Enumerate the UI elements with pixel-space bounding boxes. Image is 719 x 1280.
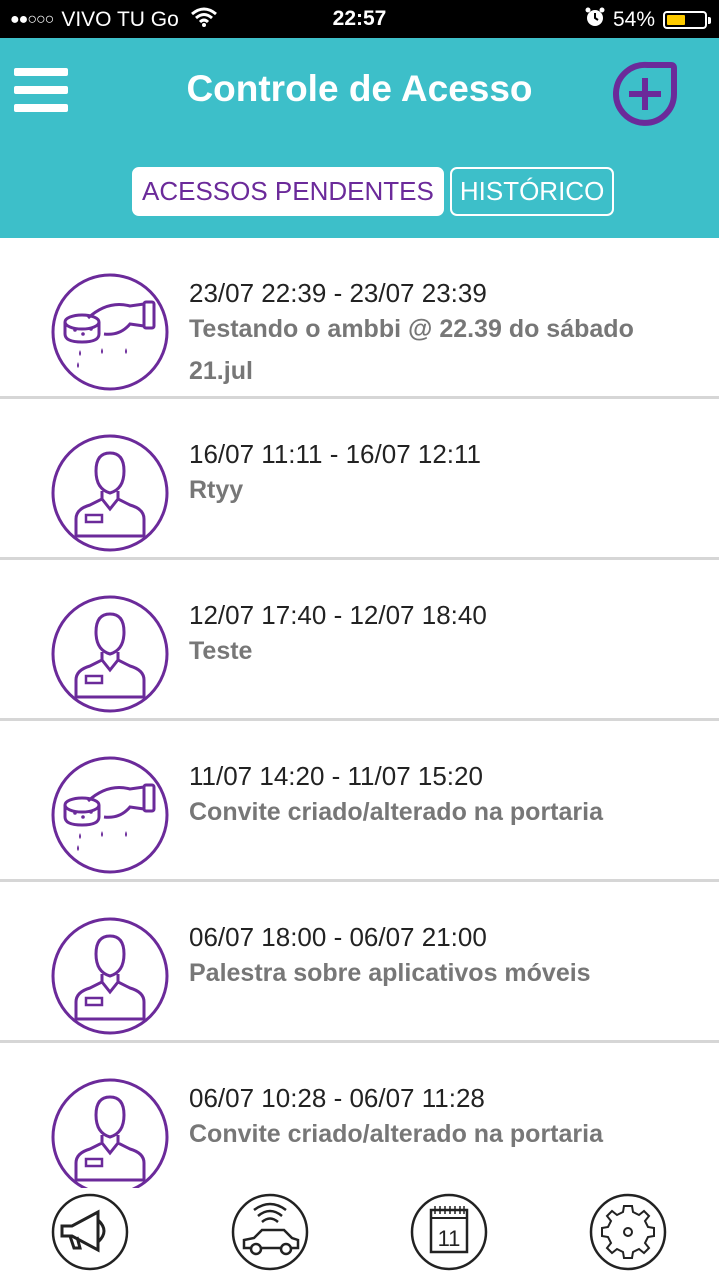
calendar-day-label: 11 [438,1226,461,1251]
item-text: 11/07 14:20 - 11/07 15:20 Convite criado/… [189,761,679,833]
item-text: 12/07 17:40 - 12/07 18:40 Teste [189,600,679,672]
access-list-item[interactable]: 12/07 17:40 - 12/07 18:40 Teste [0,560,719,721]
visitor-person-icon [50,1077,170,1188]
access-list-item[interactable]: 06/07 10:28 - 06/07 11:28 Convite criado/… [0,1043,719,1188]
item-time-range: 23/07 22:39 - 23/07 23:39 [189,278,487,308]
access-list: 23/07 22:39 - 23/07 23:39 Testando o ambb… [0,238,719,1188]
item-text: 06/07 18:00 - 06/07 21:00 Palestra sobre … [189,922,679,994]
item-time-range: 16/07 11:11 - 16/07 12:11 [189,439,482,469]
add-access-icon[interactable] [612,60,682,131]
item-description: Rtyy [189,476,244,504]
item-description: Teste [189,637,253,665]
status-right: 54% [585,7,711,33]
car-remote-icon[interactable] [230,1192,310,1272]
item-description: Convite criado/alterado na portaria [189,1120,603,1148]
item-time-range: 06/07 18:00 - 06/07 21:00 [189,922,487,952]
bottom-navigation: 11 [0,1188,719,1280]
item-time-range: 12/07 17:40 - 12/07 18:40 [189,600,487,630]
calendar-icon[interactable]: 11 [409,1192,489,1272]
item-text: 16/07 11:11 - 16/07 12:11 Rtyy [189,439,679,511]
tab-history[interactable]: HISTÓRICO [449,167,615,216]
service-cleaning-icon [50,272,170,392]
item-description: Palestra sobre aplicativos móveis [189,959,591,987]
item-text: 06/07 10:28 - 06/07 11:28 Convite criado/… [189,1083,679,1155]
access-list-item[interactable]: 06/07 18:00 - 06/07 21:00 Palestra sobre … [0,882,719,1043]
visitor-person-icon [50,594,170,714]
settings-gear-icon[interactable] [588,1192,668,1272]
alarm-icon [585,7,605,33]
megaphone-icon[interactable] [50,1192,130,1272]
visitor-person-icon [50,433,170,553]
status-bar: ●●○○○ VIVO TU Go 22:57 54% [0,0,719,38]
access-list-item[interactable]: 23/07 22:39 - 23/07 23:39 Testando o ambb… [0,238,719,399]
visitor-person-icon [50,916,170,1036]
tab-pending-access[interactable]: ACESSOS PENDENTES [132,167,444,216]
battery-percentage: 54% [612,8,655,31]
battery-icon [663,11,711,29]
item-text: 23/07 22:39 - 23/07 23:39 Testando o ambb… [189,278,679,392]
service-cleaning-icon [50,755,170,875]
battery-fill [667,15,685,25]
app-header: Controle de Acesso ACESSOS PENDENTES HIS… [0,38,719,238]
tab-bar: ACESSOS PENDENTES HISTÓRICO [132,167,615,216]
item-description: Convite criado/alterado na portaria [189,798,603,826]
item-time-range: 06/07 10:28 - 06/07 11:28 [189,1083,485,1113]
item-description: Testando o ambbi @ 22.39 do sábado 21.ju… [189,315,634,385]
access-list-item[interactable]: 11/07 14:20 - 11/07 15:20 Convite criado/… [0,721,719,882]
item-time-range: 11/07 14:20 - 11/07 15:20 [189,761,483,791]
access-list-item[interactable]: 16/07 11:11 - 16/07 12:11 Rtyy [0,399,719,560]
